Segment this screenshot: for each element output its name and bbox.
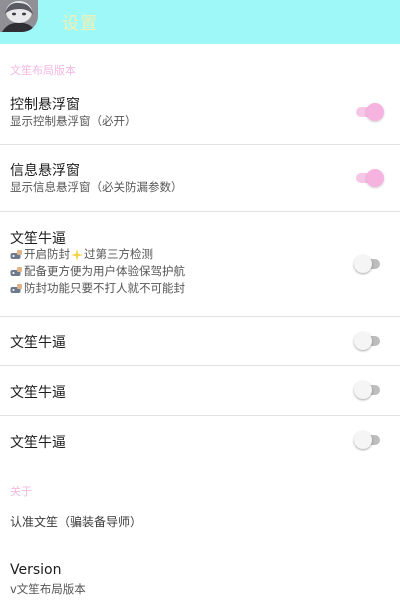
row-title: 文笙牛逼: [10, 231, 66, 247]
subtitle-text: 防封功能只要不打人就不可能封: [24, 281, 185, 295]
subtitle-line: 防封功能只要不打人就不可能封: [10, 280, 185, 297]
toggle-thumb: [354, 431, 372, 449]
subtitle-line: 配备更方便为用户体验保驾护航: [10, 263, 185, 280]
row-title: 文笙牛逼: [10, 335, 66, 351]
setting-row-feature-1[interactable]: 文笙牛逼 开启防封 过第三方检测 配备更方便为用户体验保驾护航 防封功能只要不打…: [0, 212, 400, 317]
info-float-toggle[interactable]: [356, 167, 384, 189]
toggle-thumb: [354, 381, 372, 399]
gamepad-hand-icon: [10, 283, 23, 295]
setting-row-control-float[interactable]: 控制悬浮窗 显示控制悬浮窗（必开）: [0, 80, 400, 145]
row-title: 文笙牛逼: [10, 385, 66, 401]
setting-row-feature-3[interactable]: 文笙牛逼: [0, 366, 400, 416]
row-title: 控制悬浮窗: [10, 97, 80, 113]
about-note: 认准文笙（骗装备导师）: [10, 515, 143, 529]
feature-1-toggle[interactable]: [354, 253, 382, 275]
app-bar: 设置: [0, 0, 400, 44]
settings-screen: 设置 文笙布局版本 控制悬浮窗 显示控制悬浮窗（必开） 信息悬浮窗 显示信息悬浮…: [0, 0, 400, 611]
feature-4-toggle[interactable]: [354, 429, 382, 451]
version-value: v文笙布局版本: [10, 582, 86, 596]
section-header-about: 关于: [10, 485, 32, 498]
page-title: 设置: [62, 14, 98, 34]
subtitle-line: 开启防封 过第三方检测: [10, 246, 185, 263]
toggle-thumb: [366, 169, 384, 187]
row-title: 文笙牛逼: [10, 435, 66, 451]
toggle-thumb: [354, 332, 372, 350]
section-header-layout: 文笙布局版本: [10, 64, 76, 77]
setting-row-info-float[interactable]: 信息悬浮窗 显示信息悬浮窗（必关防漏参数）: [0, 145, 400, 212]
gamepad-hand-icon: [10, 266, 23, 278]
subtitle-text: 过第三方检测: [84, 247, 153, 261]
control-float-toggle[interactable]: [356, 101, 384, 123]
feature-3-toggle[interactable]: [354, 379, 382, 401]
gamepad-hand-icon: [10, 249, 23, 261]
toggle-thumb: [366, 103, 384, 121]
avatar[interactable]: [0, 0, 38, 32]
row-subtitle: 显示控制悬浮窗（必开）: [10, 114, 137, 128]
about-note-row[interactable]: 认准文笙（骗装备导师）: [0, 505, 400, 545]
feature-2-toggle[interactable]: [354, 330, 382, 352]
version-title: Version: [10, 562, 62, 578]
row-title: 信息悬浮窗: [10, 163, 80, 179]
version-row[interactable]: Version v文笙布局版本: [0, 555, 400, 605]
row-subtitle: 显示信息悬浮窗（必关防漏参数）: [10, 180, 183, 194]
sparkle-icon: [71, 248, 83, 261]
subtitle-text: 开启防封: [24, 247, 70, 261]
subtitle-text: 配备更方便为用户体验保驾护航: [24, 264, 185, 278]
setting-row-feature-2[interactable]: 文笙牛逼: [0, 317, 400, 366]
row-subtitle-lines: 开启防封 过第三方检测 配备更方便为用户体验保驾护航 防封功能只要不打人就不可能…: [10, 246, 185, 297]
setting-row-feature-4[interactable]: 文笙牛逼: [0, 416, 400, 466]
toggle-thumb: [354, 255, 372, 273]
